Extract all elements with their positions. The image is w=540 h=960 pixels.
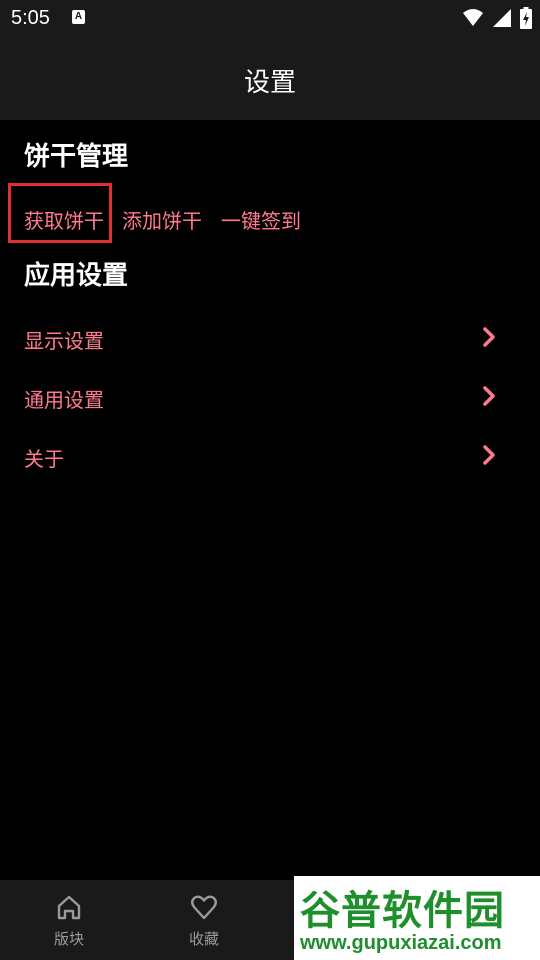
watermark-title: 谷普软件园 (300, 888, 505, 934)
settings-row-display[interactable]: 显示设置 (0, 317, 540, 361)
battery-icon (520, 7, 532, 29)
heart-icon (191, 895, 217, 920)
notification-icon: A (72, 10, 85, 24)
chevron-right-icon (483, 327, 495, 347)
chevron-right-icon (483, 386, 495, 406)
status-time: 5:05 (11, 7, 50, 29)
status-bar: 5:05 A (0, 0, 540, 38)
signal-icon (493, 9, 511, 27)
settings-row-label: 关于 (24, 447, 64, 471)
app-header: 设置 (0, 38, 540, 120)
watermark-url: www.gupuxiazai.com (300, 932, 502, 954)
get-cookie-link[interactable]: 获取饼干 (24, 205, 104, 234)
nav-label: 收藏 (188, 930, 219, 948)
watermark: 谷普软件园 www.gupuxiazai.com (294, 876, 540, 960)
home-icon (57, 895, 81, 920)
nav-item-boards[interactable]: 版块 (24, 880, 114, 960)
app-section-title: 应用设置 (24, 261, 129, 291)
wifi-icon (463, 9, 483, 26)
chevron-right-icon (483, 445, 495, 465)
page-title: 设置 (243, 68, 296, 98)
one-click-signin-link[interactable]: 一键签到 (221, 205, 301, 234)
settings-row-label: 显示设置 (24, 329, 104, 353)
settings-row-label: 通用设置 (24, 388, 104, 412)
settings-row-about[interactable]: 关于 (0, 435, 540, 479)
settings-row-general[interactable]: 通用设置 (0, 376, 540, 420)
status-icons (462, 7, 532, 29)
nav-item-favorites[interactable]: 收藏 (159, 880, 249, 960)
add-cookie-link[interactable]: 添加饼干 (122, 205, 202, 234)
nav-label: 版块 (53, 930, 84, 948)
cookie-section-title: 饼干管理 (24, 142, 129, 172)
